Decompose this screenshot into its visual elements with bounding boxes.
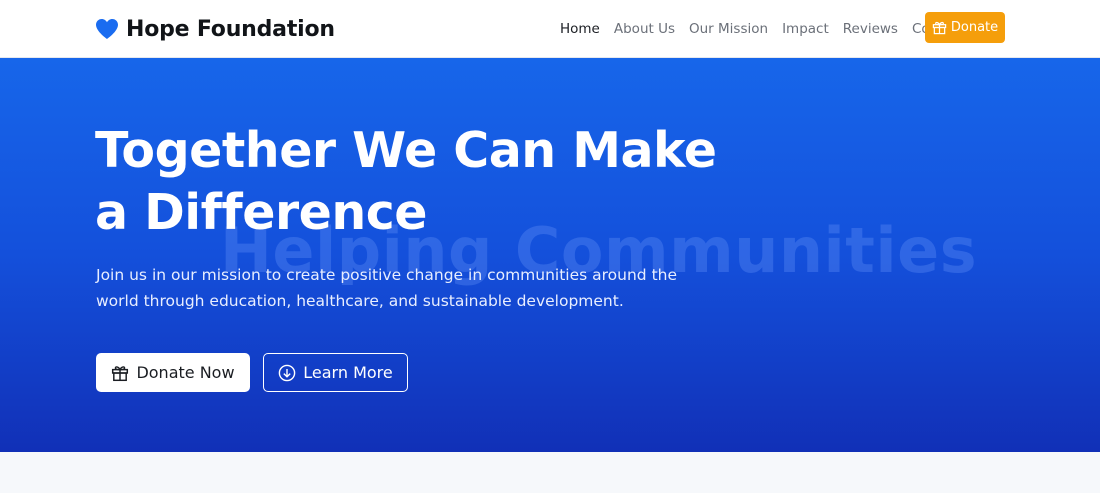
navbar: Hope Foundation Home About Us Our Missio… [0, 0, 1100, 58]
hero-subtitle: Join us in our mission to create positiv… [96, 266, 678, 310]
donate-now-button[interactable]: Donate Now [96, 353, 250, 392]
next-section [0, 452, 1100, 493]
nav-link-about-us[interactable]: About Us [607, 20, 682, 38]
nav-link-our-mission[interactable]: Our Mission [682, 20, 775, 38]
gift-icon [932, 21, 947, 35]
hero-title: Together We Can Make a Difference [95, 122, 717, 241]
hero-section: Helping Communities Together We Can Make… [0, 58, 1100, 452]
nav-link-home[interactable]: Home [553, 20, 607, 38]
nav-donate-label: Donate [950, 20, 999, 35]
learn-more-button[interactable]: Learn More [263, 353, 408, 392]
learn-more-label: Learn More [303, 363, 393, 382]
gift-icon [112, 365, 129, 381]
heart-icon [96, 19, 118, 39]
nav-donate-button[interactable]: Donate [925, 12, 1005, 43]
donate-now-label: Donate Now [136, 363, 235, 382]
arrow-down-circle-icon [278, 364, 296, 381]
nav-links: Home About Us Our Mission Impact Reviews… [553, 20, 972, 38]
brand-logo[interactable]: Hope Foundation [95, 14, 335, 44]
nav-link-impact[interactable]: Impact [775, 20, 836, 38]
nav-link-reviews[interactable]: Reviews [836, 20, 905, 38]
brand-name: Hope Foundation [126, 16, 335, 42]
